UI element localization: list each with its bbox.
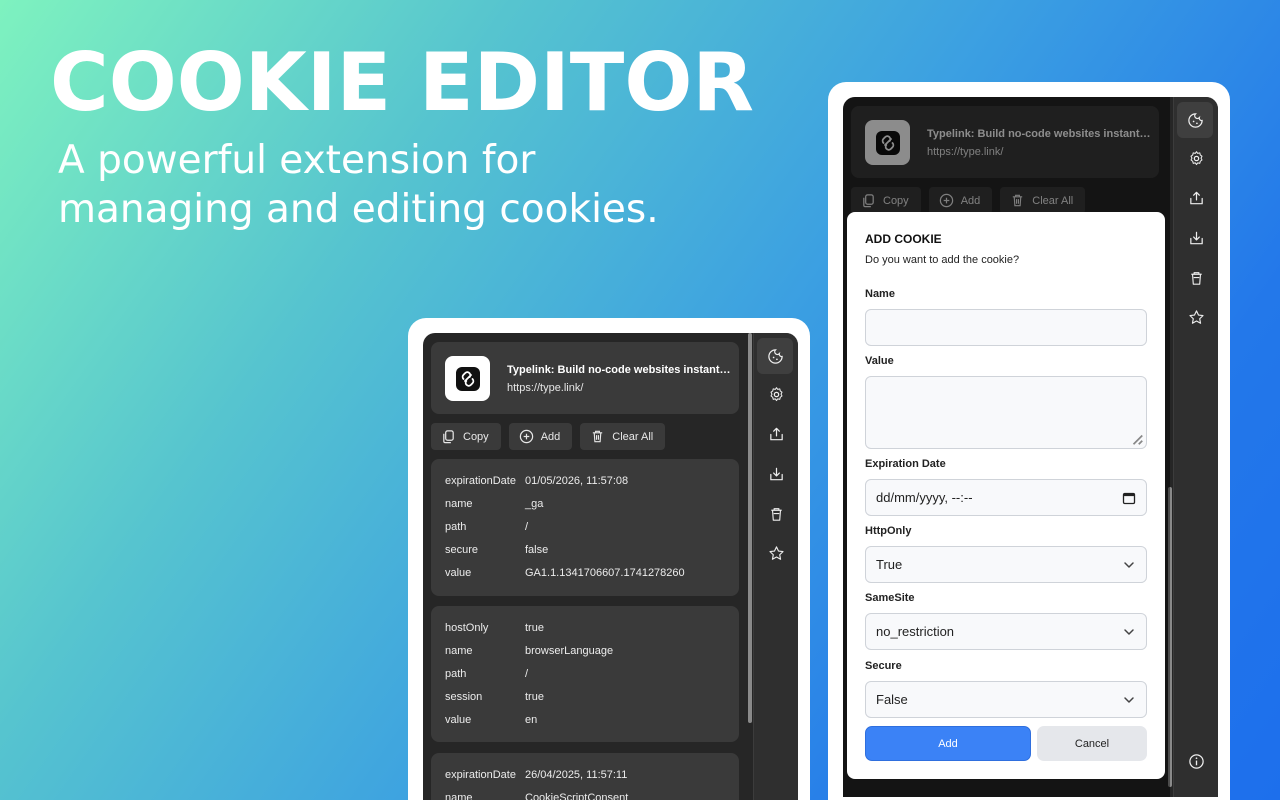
gear-icon[interactable] [763,381,789,407]
hero-subtitle-line1: A powerful extension for [58,138,536,183]
cookie-value: false [525,544,549,556]
trash-icon [593,430,603,443]
cookie-key: name [445,792,473,800]
value-textarea[interactable] [865,376,1147,449]
cookie-value: browserLanguage [525,645,614,657]
cookie-key: expirationDate [445,769,516,781]
cookie-value: 26/04/2025, 11:57:11 [525,769,628,781]
name-label: Name [865,288,895,300]
cookie-key: hostOnly [445,622,489,634]
cookie-value: true [525,691,544,703]
cookie-icon[interactable] [1177,102,1213,138]
site-card: Typelink: Build no-code websites instant… [431,342,739,414]
star-icon[interactable] [1183,304,1209,330]
dialog-description: Do you want to add the cookie? [865,254,1020,266]
name-input[interactable] [865,309,1147,346]
chevron-down-icon [1124,628,1134,635]
cookie-value: / [525,521,529,533]
hero-subtitle-line2: managing and editing cookies. [58,187,659,232]
httponly-selected: True [876,557,903,572]
samesite-selected: no_restriction [876,624,955,639]
import-icon[interactable] [763,461,789,487]
httponly-select[interactable]: True [865,546,1147,583]
secure-label: Secure [865,660,902,672]
samesite-select[interactable]: no_restriction [865,613,1147,650]
secure-select[interactable]: False [865,681,1147,718]
cookie-value: true [525,622,544,634]
cookie-value: 01/05/2026, 11:57:08 [525,475,629,487]
cookie-key: session [445,691,483,703]
cookie-toolbar: Copy Add Clear All [431,423,666,450]
gear-icon[interactable] [1183,145,1209,171]
cookie-list-popup: Typelink: Build no-code websites instant… [423,333,798,800]
expiration-date-placeholder: dd/mm/yyyy, --:-- [876,490,973,505]
cookie-value: en [525,714,538,726]
add-cookie-dialog: ADD COOKIE Do you want to add the cookie… [847,212,1165,779]
secure-selected: False [876,692,908,707]
cookie-icon[interactable] [757,338,793,374]
chevron-down-icon [1124,561,1134,568]
cookie-key: path [445,521,467,533]
export-icon[interactable] [1183,185,1209,211]
cookie-key: expirationDate [445,475,516,487]
import-icon[interactable] [1183,225,1209,251]
dialog-title: ADD COOKIE [865,232,942,246]
value-label: Value [865,355,894,367]
add-button[interactable]: Add [508,423,573,450]
cookie-key: value [445,567,472,579]
cookie-key: name [445,645,473,657]
expiration-date-input[interactable]: dd/mm/yyyy, --:-- [865,479,1147,516]
add-label: Add [540,430,561,443]
expiration-label: Expiration Date [865,458,946,470]
cookie-main-panel: Typelink: Build no-code websites instant… [423,333,752,800]
copy-label: Copy [463,430,489,443]
cookie-value: _ga [525,498,544,510]
export-icon[interactable] [763,421,789,447]
copy-icon [443,430,454,444]
hero-subtitle: A powerful extension for managing and ed… [58,136,778,234]
cookie-key: path [445,668,467,680]
add-cookie-button[interactable]: Add [865,726,1031,761]
sidebar [1173,97,1218,797]
cookie-key: secure [445,544,479,556]
site-title: Typelink: Build no-code websites instant… [507,364,732,376]
calendar-icon[interactable] [1122,491,1136,505]
delete-icon[interactable] [1183,265,1209,291]
cookie-card[interactable]: hostOnly true name browserLanguage path / s… [431,606,739,742]
cookie-card[interactable]: expirationDate 26/04/2025, 11:57:11 name C… [431,753,739,800]
clear-all-label: Clear All [612,430,654,443]
cookie-value: CookieScriptConsent [525,792,629,800]
hero-title: COOKIE EDITOR [50,36,754,129]
scrollbar[interactable] [748,333,752,723]
chevron-down-icon [1124,696,1134,703]
cookie-key: value [445,714,472,726]
clear-all-button[interactable]: Clear All [580,423,666,450]
resize-grip-icon[interactable] [1130,432,1144,446]
cookie-value: / [525,668,529,680]
site-url: https://type.link/ [507,382,584,394]
samesite-label: SameSite [865,592,915,604]
delete-icon[interactable] [763,501,789,527]
httponly-label: HttpOnly [865,525,912,537]
star-icon[interactable] [763,540,789,566]
sidebar [753,333,798,800]
copy-button[interactable]: Copy [431,423,501,450]
cookie-card[interactable]: expirationDate 01/05/2026, 11:57:08 name _… [431,459,739,596]
cancel-button[interactable]: Cancel [1037,726,1147,761]
cookie-value: GA1.1.1341706607.1741278260 [525,567,685,579]
info-icon[interactable] [1183,748,1209,774]
site-logo-icon [445,356,490,401]
cookie-key: name [445,498,473,510]
plus-circle-icon [519,429,533,444]
